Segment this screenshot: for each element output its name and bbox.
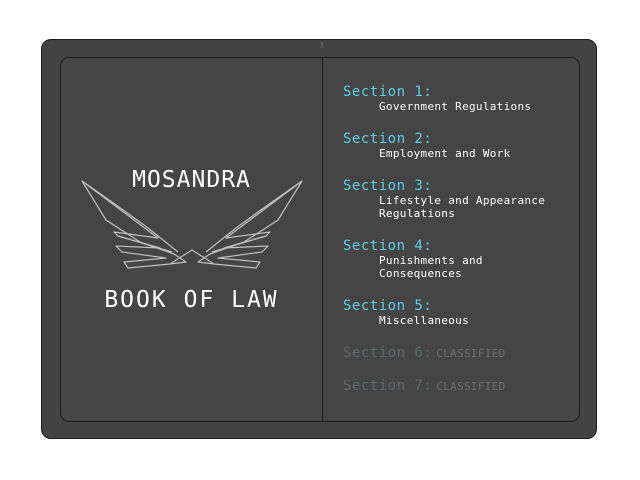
- book-subtitle: BOOK OF LAW: [104, 287, 279, 313]
- winged-emblem-icon: [81, 180, 303, 269]
- section-heading: Section 7:: [343, 378, 433, 394]
- section-description: Regulations: [379, 207, 456, 220]
- classified-tag: CLASSIFIED: [436, 380, 506, 393]
- toc-section-1[interactable]: Section 1: Government Regulations: [343, 84, 531, 113]
- classified-tag: CLASSIFIED: [436, 347, 506, 360]
- toc-section-6-locked: Section 6: CLASSIFIED: [343, 342, 506, 361]
- toc-section-5[interactable]: Section 5: Miscellaneous: [343, 298, 469, 327]
- toc-section-2[interactable]: Section 2: Employment and Work: [343, 131, 511, 160]
- book-spine-mark: [321, 42, 323, 48]
- section-description: Punishments and: [379, 254, 483, 267]
- toc-section-3[interactable]: Section 3: Lifestyle and Appearance Regu…: [343, 178, 545, 220]
- section-description: Lifestyle and Appearance: [379, 194, 546, 207]
- section-description: Miscellaneous: [379, 314, 469, 327]
- section-description: Consequences: [379, 267, 463, 280]
- section-heading: Section 3:: [343, 178, 433, 194]
- section-heading: Section 1:: [343, 84, 433, 100]
- game-screen: MOSANDRA BOOK OF LAW Section 1: Governme…: [0, 0, 640, 480]
- toc-section-4[interactable]: Section 4: Punishments and Consequences: [343, 238, 483, 280]
- section-description: Employment and Work: [379, 147, 511, 160]
- section-description: Government Regulations: [379, 100, 532, 113]
- section-heading: Section 6:: [343, 345, 433, 361]
- toc-section-7-locked: Section 7: CLASSIFIED: [343, 375, 506, 394]
- section-heading: Section 2:: [343, 131, 433, 147]
- section-heading: Section 4:: [343, 238, 433, 254]
- section-heading: Section 5:: [343, 298, 433, 314]
